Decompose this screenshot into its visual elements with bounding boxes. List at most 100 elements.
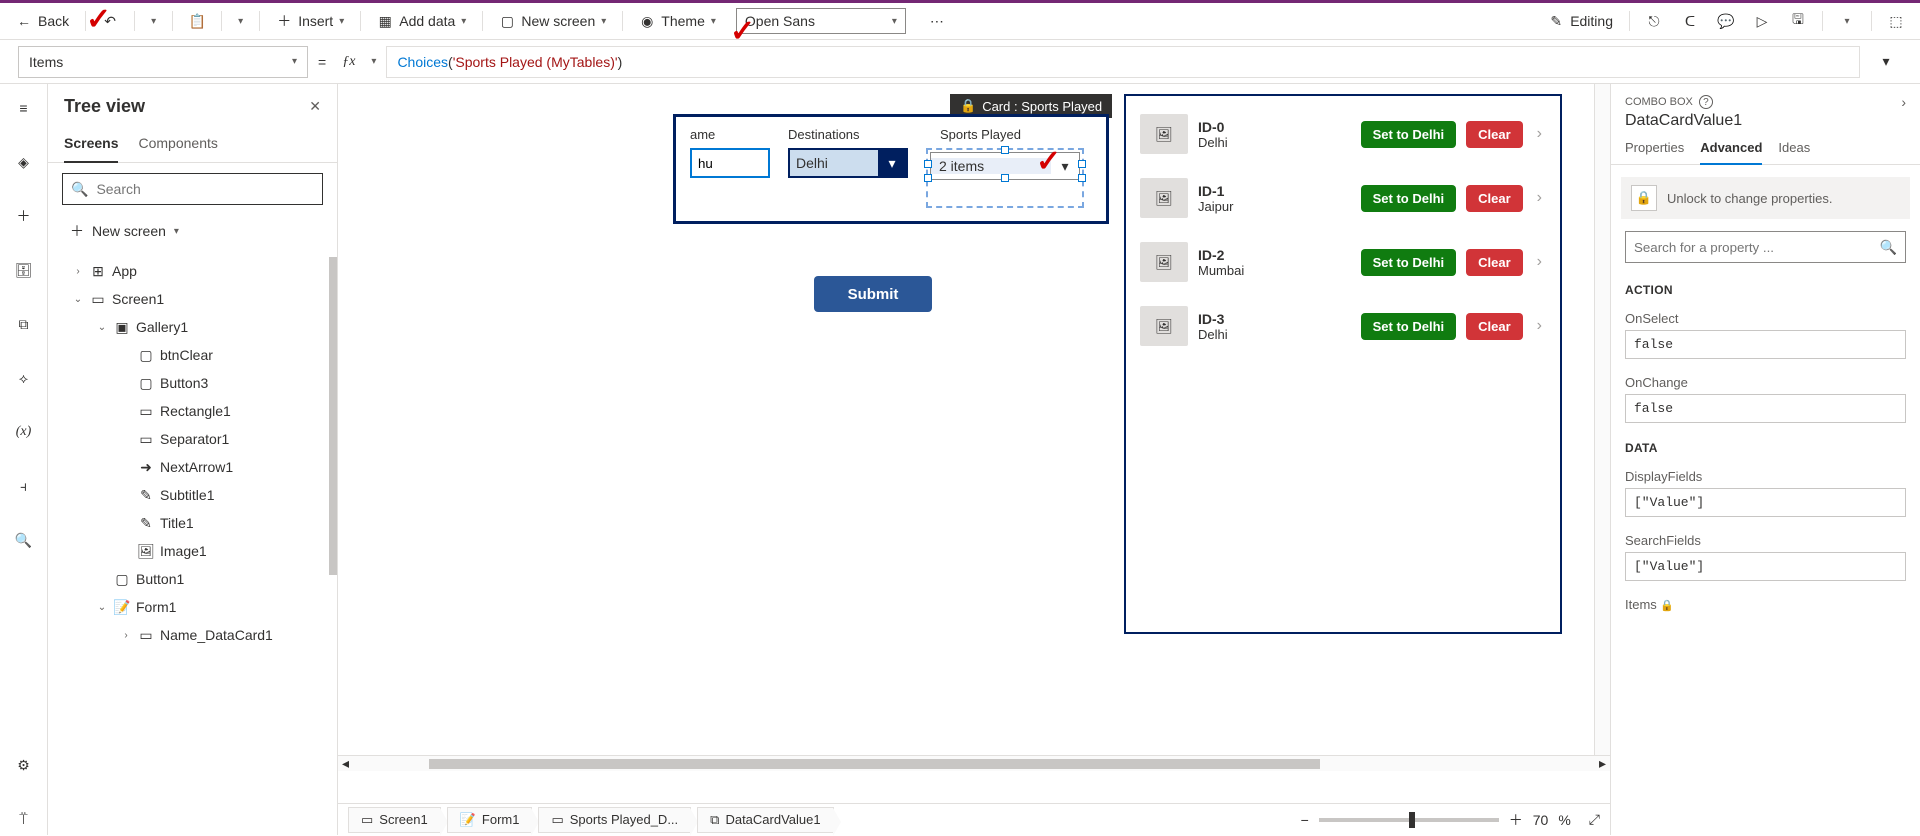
onchange-value[interactable]: false — [1625, 394, 1906, 423]
property-search[interactable]: 🔍 — [1625, 231, 1906, 263]
gallery-row[interactable]: 🖼 ID-2Mumbai Set to Delhi Clear › — [1132, 230, 1554, 294]
back-button[interactable]: ← Back — [8, 9, 77, 33]
tab-advanced[interactable]: Advanced — [1700, 140, 1762, 165]
new-screen-button[interactable]: ▢ New screen ▾ — [491, 9, 614, 33]
submit-button[interactable]: Submit — [814, 276, 932, 312]
breadcrumb-sports-played-dc[interactable]: ▭Sports Played_D... — [538, 807, 691, 833]
chevron-down-icon[interactable]: ▾ — [371, 56, 376, 67]
undo-button[interactable]: ↶ — [94, 9, 126, 33]
sports-played-combo-card[interactable]: 2 items ▾ ✓ — [926, 148, 1084, 208]
zoom-thumb[interactable] — [1409, 812, 1415, 828]
clear-button[interactable]: Clear — [1466, 121, 1523, 148]
breadcrumb-screen1[interactable]: ▭Screen1 — [348, 807, 441, 833]
paste-menu[interactable]: ▾ — [230, 12, 251, 31]
publish-button[interactable]: ⬚ — [1880, 5, 1912, 37]
scroll-thumb[interactable] — [429, 759, 1319, 769]
info-icon[interactable]: ? — [1699, 95, 1713, 109]
displayfields-value[interactable]: ["Value"] — [1625, 488, 1906, 517]
checker-button[interactable]: ᑕ — [1674, 5, 1706, 37]
close-panel-button[interactable]: ✕ — [309, 98, 321, 115]
tree-node-gallery1[interactable]: ⌄▣Gallery1 — [48, 313, 337, 341]
tab-ideas[interactable]: Ideas — [1778, 140, 1810, 164]
fit-to-window-button[interactable]: ⤢ — [1589, 811, 1600, 828]
tree-node-rectangle1[interactable]: ▭Rectangle1 — [48, 397, 337, 425]
chevron-right-icon[interactable]: › — [1533, 253, 1546, 271]
clear-button[interactable]: Clear — [1466, 249, 1523, 276]
set-to-delhi-button[interactable]: Set to Delhi — [1361, 185, 1457, 212]
preview-button[interactable]: ▷ — [1746, 5, 1778, 37]
theme-button[interactable]: ◉ Theme ▾ — [631, 9, 724, 33]
settings-button[interactable]: ⚙ — [8, 749, 40, 781]
undo-menu[interactable]: ▾ — [143, 12, 164, 31]
tab-properties[interactable]: Properties — [1625, 140, 1684, 164]
onselect-value[interactable]: false — [1625, 330, 1906, 359]
new-screen-button[interactable]: ＋ New screen ▾ — [62, 215, 323, 247]
clear-button[interactable]: Clear — [1466, 313, 1523, 340]
insert-pane-button[interactable]: ＋ — [8, 200, 40, 232]
searchfields-value[interactable]: ["Value"] — [1625, 552, 1906, 581]
tree-search-input[interactable] — [96, 181, 314, 197]
panel-expand-icon[interactable]: › — [1901, 94, 1906, 110]
paste-button[interactable]: 📋 — [181, 9, 213, 33]
font-select[interactable]: Open Sans ▾ — [736, 8, 906, 34]
tree-node-form1[interactable]: ⌄📝Form1 — [48, 593, 337, 621]
gallery-row[interactable]: 🖼 ID-1Jaipur Set to Delhi Clear › — [1132, 166, 1554, 230]
set-to-delhi-button[interactable]: Set to Delhi — [1361, 121, 1457, 148]
virtual-agent-button[interactable]: ⍡ — [8, 803, 40, 835]
zoom-out-button[interactable]: − — [1301, 812, 1309, 828]
property-select[interactable]: Items ▾ — [18, 46, 308, 78]
search-button[interactable]: 🔍 — [8, 524, 40, 556]
scroll-left-icon[interactable]: ◂ — [338, 755, 353, 772]
form1[interactable]: ame Destinations Delhi ▾ Sports Played — [673, 114, 1109, 224]
more-button[interactable]: ⋯ — [922, 9, 952, 34]
tree-node-separator1[interactable]: ▭Separator1 — [48, 425, 337, 453]
tree-node-btnclear[interactable]: ▢btnClear — [48, 341, 337, 369]
chevron-right-icon[interactable]: › — [1533, 317, 1546, 335]
scroll-right-icon[interactable]: ▸ — [1595, 755, 1610, 772]
tree-node-nextarrow1[interactable]: ➜NextArrow1 — [48, 453, 337, 481]
horizontal-scrollbar[interactable]: ◂ ▸ — [338, 755, 1610, 771]
media-pane-button[interactable]: ⧉ — [8, 308, 40, 340]
formula-input[interactable]: Choices('Sports Played (MyTables)') — [386, 46, 1860, 78]
formula-expand[interactable]: ▾ — [1870, 46, 1902, 78]
chevron-right-icon[interactable]: › — [1533, 125, 1546, 143]
data-pane-button[interactable]: 🗄 — [8, 254, 40, 286]
hamburger-button[interactable]: ≡ — [8, 92, 40, 124]
gallery1[interactable]: 🖼 ID-0Delhi Set to Delhi Clear › 🖼 ID-1J… — [1124, 94, 1562, 634]
vertical-scrollbar[interactable] — [1594, 84, 1610, 755]
zoom-in-button[interactable]: ＋ — [1509, 810, 1523, 830]
unlock-bar[interactable]: 🔒 Unlock to change properties. — [1621, 177, 1910, 219]
chevron-right-icon[interactable]: › — [1533, 189, 1546, 207]
variables-button[interactable]: (x) — [8, 416, 40, 448]
tree-node-screen1[interactable]: ⌄▭Screen1 — [48, 285, 337, 313]
tree-node-button1[interactable]: ▢Button1 — [48, 565, 337, 593]
gallery-row[interactable]: 🖼 ID-0Delhi Set to Delhi Clear › — [1132, 102, 1554, 166]
tree-node-image1[interactable]: 🖼Image1 — [48, 537, 337, 565]
tab-screens[interactable]: Screens — [64, 129, 118, 163]
destinations-select[interactable]: Delhi ▾ — [788, 148, 908, 178]
zoom-slider[interactable] — [1319, 818, 1499, 822]
canvas-area[interactable]: 🔒 Card : Sports Played ame Destinations … — [338, 84, 1610, 803]
breadcrumb-datacardvalue1[interactable]: ⧉DataCardValue1 — [697, 807, 833, 833]
gallery-row[interactable]: 🖼 ID-3Delhi Set to Delhi Clear › — [1132, 294, 1554, 358]
clear-button[interactable]: Clear — [1466, 185, 1523, 212]
share-button[interactable]: ⎋ — [1638, 5, 1670, 37]
add-data-button[interactable]: ▦ Add data ▾ — [369, 9, 474, 33]
save-button[interactable]: 🖫 — [1782, 5, 1814, 37]
breadcrumb-form1[interactable]: 📝Form1 — [447, 807, 533, 833]
tree-node-subtitle1[interactable]: ✎Subtitle1 — [48, 481, 337, 509]
flows-pane-button[interactable]: ⟡ — [8, 362, 40, 394]
tree-node-button3[interactable]: ▢Button3 — [48, 369, 337, 397]
tree-search[interactable]: 🔍 — [62, 173, 323, 205]
tree-node-name-datacard1[interactable]: ›▭Name_DataCard1 — [48, 621, 337, 649]
set-to-delhi-button[interactable]: Set to Delhi — [1361, 249, 1457, 276]
insert-button[interactable]: ＋ Insert ▾ — [268, 9, 352, 33]
tree-node-app[interactable]: ›⊞App — [48, 257, 337, 285]
name-input[interactable] — [690, 148, 770, 178]
set-to-delhi-button[interactable]: Set to Delhi — [1361, 313, 1457, 340]
editing-button[interactable]: ✎ Editing — [1540, 9, 1621, 33]
tree-node-title1[interactable]: ✎Title1 — [48, 509, 337, 537]
tab-components[interactable]: Components — [138, 129, 217, 162]
scrollbar[interactable] — [329, 257, 337, 575]
save-menu[interactable]: ▾ — [1831, 5, 1863, 37]
